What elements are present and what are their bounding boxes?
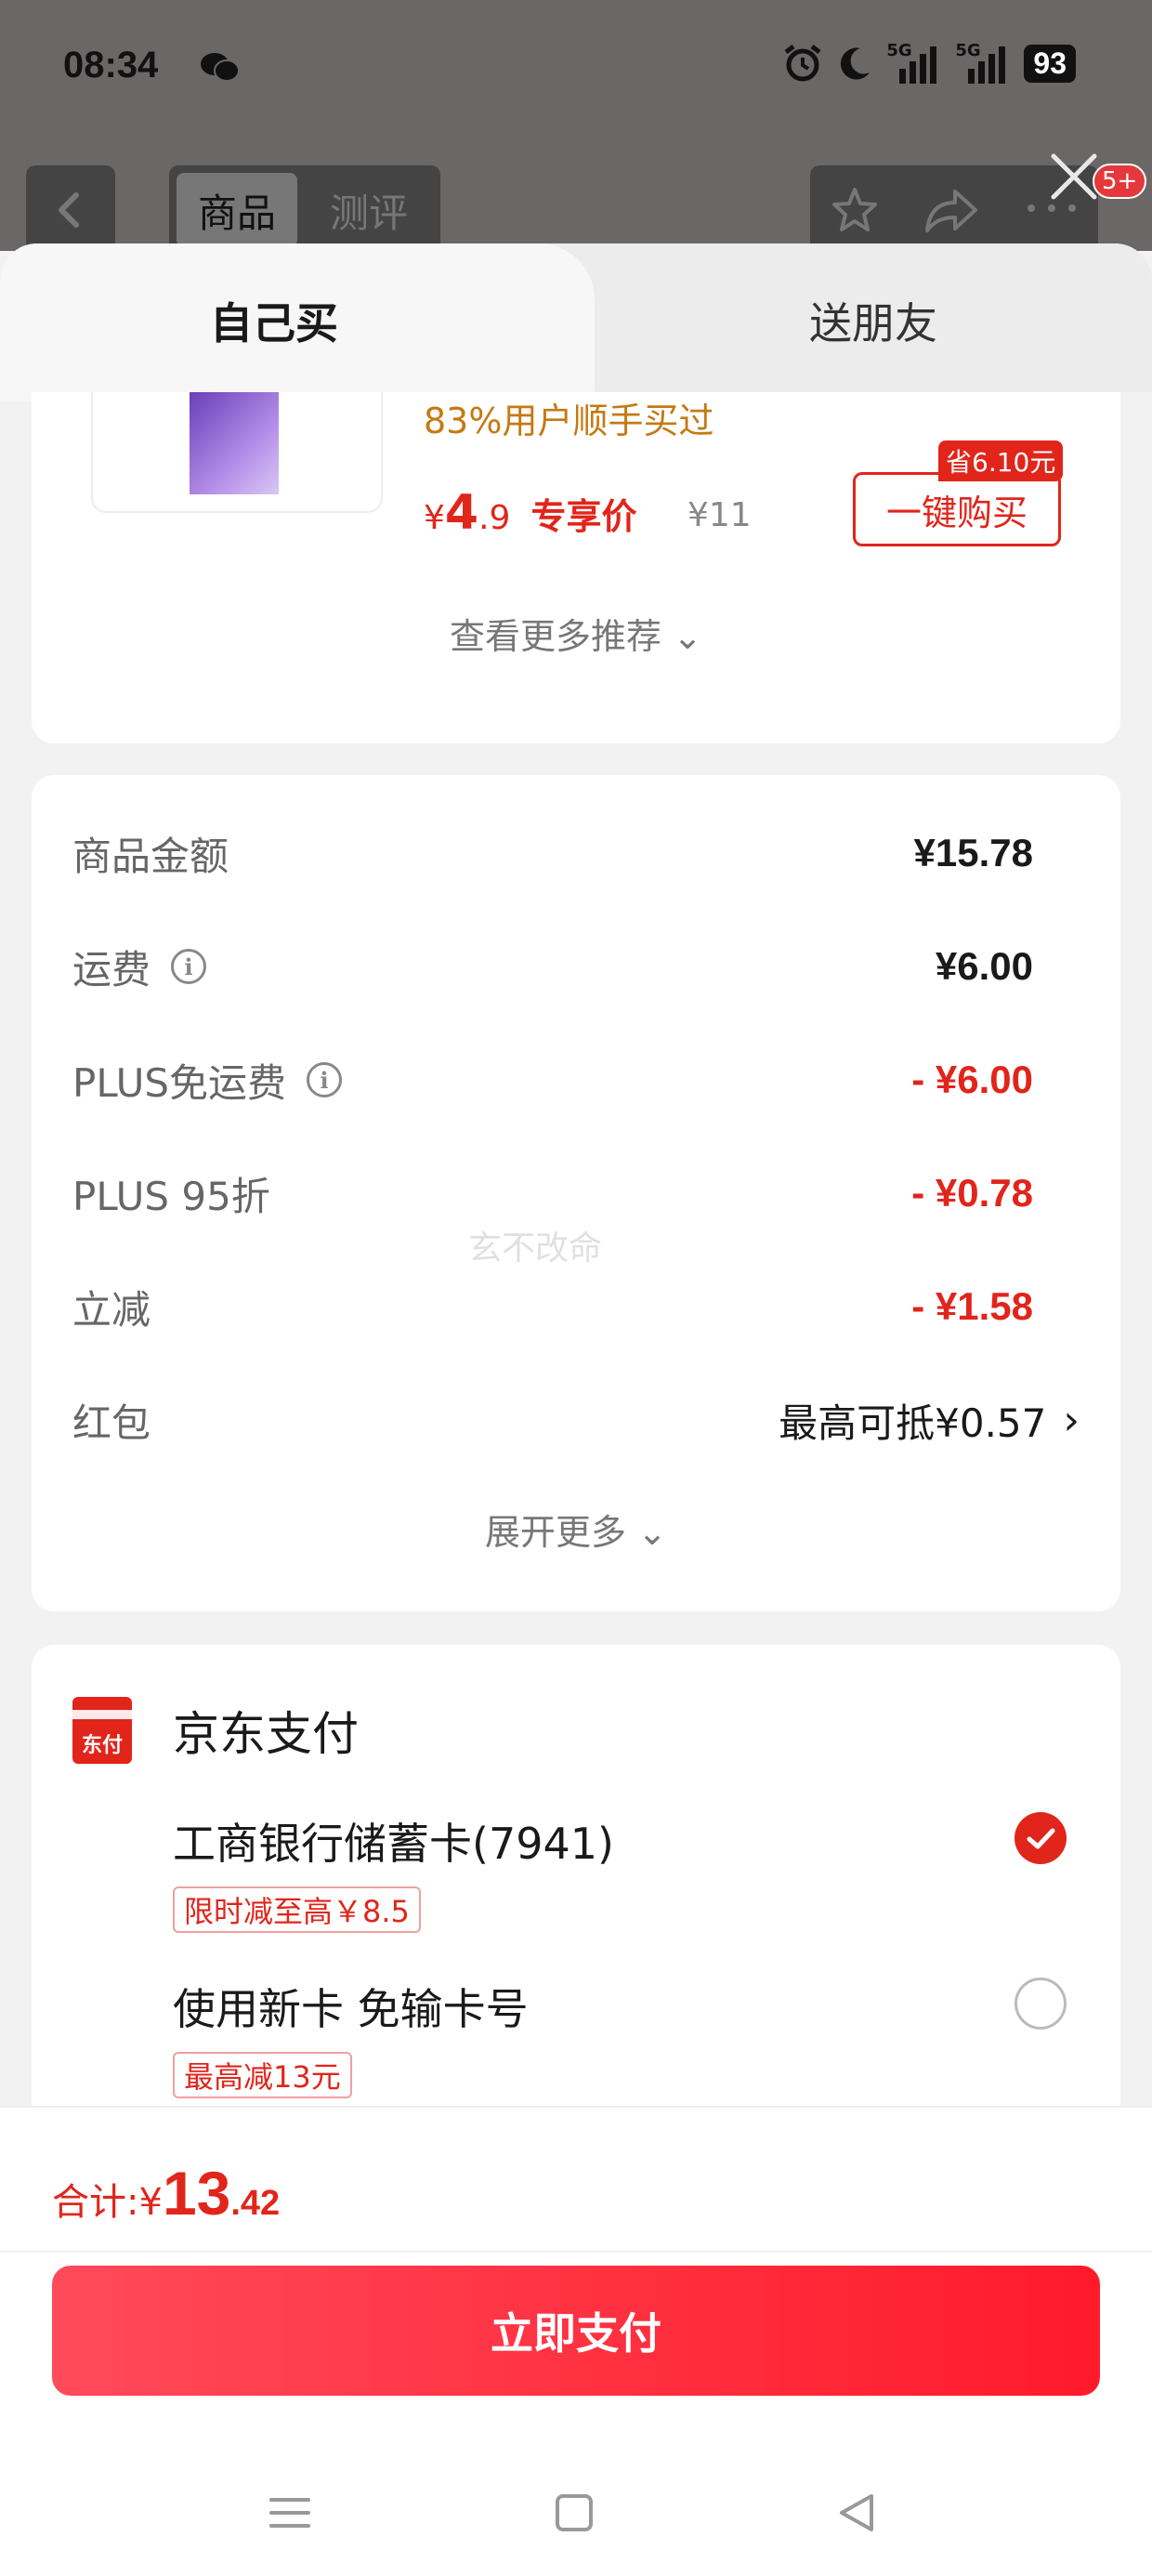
home-icon[interactable] [550,2489,598,2537]
alarm-icon [784,45,821,82]
system-nav-bar [0,2470,1152,2576]
total-amount: 合计: ¥13.42 [52,2159,281,2228]
divider [0,2251,1152,2253]
back-button[interactable] [26,165,115,255]
signal-icon: 5G [886,41,942,84]
info-icon[interactable]: i [171,949,207,984]
tab-send-to-friend[interactable]: 送朋友 [595,290,1152,351]
status-icons: 5G 5G 93 [782,41,1076,84]
tab-goods[interactable]: 商品 [177,173,297,247]
menu-icon[interactable] [266,2489,314,2537]
more-recommend-link[interactable]: 查看更多推荐 ⌄ [32,608,1120,659]
row-shipping: 运费 i ¥6.00 [72,944,1033,992]
save-amount-tag: 省6.10元 [938,440,1064,481]
row-red-packet[interactable]: 红包 最高可抵¥0.57 › [72,1392,1080,1448]
bought-rate-text: 83%用户顺手买过 [424,401,714,441]
expand-more-link[interactable]: 展开更多 ⌄ [32,1504,1120,1555]
payment-method-new-card[interactable]: 使用新卡 免输卡号 [173,1976,529,2037]
row-plus-discount: PLUS 95折 - ¥0.78 [72,1171,1033,1219]
wechat-icon [201,53,240,82]
status-time: 08:34 [63,45,159,85]
payment-card: 东付 京东支付 工商银行储蓄卡(7941) 限时减至高￥8.5 使用新卡 免输卡… [32,1645,1120,2128]
chevron-right-icon: › [1063,1396,1080,1444]
watermark: 玄不改命 [468,1229,603,1268]
back-triangle-icon[interactable] [832,2489,881,2537]
exclusive-price: ¥4.9 专享价 [424,485,637,541]
info-icon[interactable]: i [307,1062,343,1097]
radio-unselected[interactable] [1015,1978,1067,2030]
row-goods-amount: 商品金额 ¥15.78 [72,831,1033,879]
top-nav: 商品 测评 [0,165,1152,255]
star-icon[interactable] [829,184,881,236]
product-image[interactable] [91,392,383,513]
payment-method-icbc[interactable]: 工商银行储蓄卡(7941) [173,1810,614,1872]
pay-now-button[interactable]: 立即支付 [52,2266,1100,2396]
battery-indicator: 93 [1024,44,1076,83]
moon-icon [841,47,871,80]
tab-review[interactable]: 测评 [308,173,429,247]
share-icon[interactable] [922,184,981,236]
cart-count-badge: 5+ [1093,164,1147,199]
back-icon [59,192,79,228]
page-tabs: 商品 测评 [169,165,440,255]
payment-promo-tag: 限时减至高￥8.5 [173,1886,421,1933]
payment-title: 京东支付 [173,1707,359,1761]
status-bar: 08:34 5G 5G 93 [0,0,1152,139]
row-instant-discount: 立减 - ¥1.58 [72,1284,1033,1333]
recommend-card: 83%用户顺手买过 ¥4.9 专享价 ¥11 一键购买 省6.10元 查看更多推荐… [32,392,1120,743]
jd-pay-logo: 东付 [72,1697,132,1764]
bottom-bar: 合计: ¥13.42 立即支付 [0,2106,1152,2576]
tab-buy-for-self[interactable]: 自己买 [0,290,548,351]
price-detail-card: 商品金额 ¥15.78 运费 i ¥6.00 PLUS免运费 i - ¥6.00 P… [32,775,1120,1611]
check-icon [1027,1828,1055,1849]
signal-icon: 5G [955,41,1011,84]
background-page: 08:34 5G 5G 93 商品 测评 [0,0,1152,255]
original-price: ¥11 [687,496,752,534]
radio-selected[interactable] [1015,1812,1067,1864]
one-click-buy-button[interactable]: 一键购买 [853,472,1061,546]
payment-promo-tag: 最高减13元 [173,2052,352,2098]
row-plus-free-shipping: PLUS免运费 i - ¥6.00 [72,1058,1033,1106]
